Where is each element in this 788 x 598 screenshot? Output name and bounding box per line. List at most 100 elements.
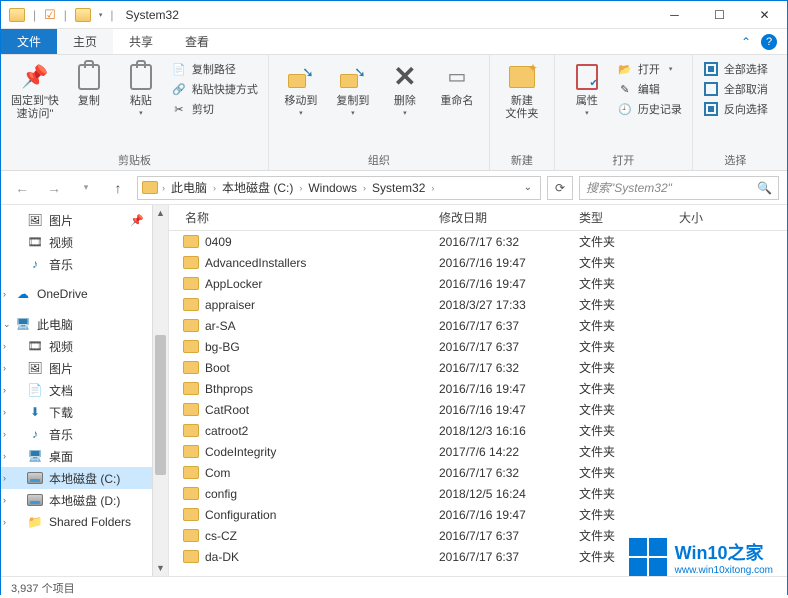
tab-file[interactable]: 文件 [1,29,57,54]
delete-button[interactable]: ✕ 删除 ▾ [383,61,427,119]
tab-home[interactable]: 主页 [57,29,113,54]
close-button[interactable]: ✕ [742,1,787,29]
table-row[interactable]: CodeIntegrity2017/7/6 14:22文件夹 [169,441,787,462]
file-name: config [205,487,237,501]
copy-to-button[interactable]: ➘ 复制到 ▾ [331,61,375,119]
nav-pictures[interactable]: 🖼图片📌 [1,209,168,231]
nav-pictures2[interactable]: ›🖼图片 [1,357,168,379]
chevron-right-icon[interactable]: › [3,517,6,527]
table-row[interactable]: Bthprops2016/7/16 19:47文件夹 [169,378,787,399]
chevron-down-icon[interactable]: ⌄ [3,319,11,330]
nav-scrollbar[interactable]: ▲▼ [152,205,168,576]
nav-downloads[interactable]: ›⬇下载 [1,401,168,423]
forward-button[interactable]: → [41,175,67,201]
nav-pane[interactable]: 🖼图片📌 🎞视频 ♪音乐 ›☁OneDrive ⌄🖥此电脑 ›🎞视频 ›🖼图片 … [1,205,169,576]
qat-newfolder-icon[interactable] [75,8,91,22]
breadcrumb-item[interactable]: 本地磁盘 (C:) [218,179,297,196]
bc-sep-icon[interactable]: › [431,183,434,193]
paste-button[interactable]: 粘贴 ▾ [119,61,163,119]
select-all-button[interactable]: 全部选择 [703,61,768,77]
edit-button[interactable]: ✎编辑 [617,81,682,97]
recent-dropdown[interactable]: ▾ [73,175,99,201]
table-row[interactable]: AdvancedInstallers2016/7/16 19:47文件夹 [169,252,787,273]
new-folder-button[interactable]: 新建 文件夹 [500,61,544,121]
table-row[interactable]: config2018/12/5 16:24文件夹 [169,483,787,504]
table-row[interactable]: CatRoot2016/7/16 19:47文件夹 [169,399,787,420]
nav-desktop[interactable]: ›🖥桌面 [1,445,168,467]
minimize-button[interactable]: ─ [652,1,697,29]
open-button[interactable]: 📂打开▾ [617,61,682,77]
collapse-ribbon-icon[interactable]: ⌃ [741,35,751,49]
tab-view[interactable]: 查看 [169,29,225,54]
chevron-right-icon[interactable]: › [3,495,6,505]
paste-shortcut-button[interactable]: 🔗粘贴快捷方式 [171,81,258,97]
rename-button[interactable]: ▭ 重命名 [435,61,479,108]
nav-music[interactable]: ♪音乐 [1,253,168,275]
bc-sep-icon[interactable]: › [162,183,165,193]
chevron-right-icon[interactable]: › [3,473,6,483]
tab-share[interactable]: 共享 [113,29,169,54]
maximize-button[interactable]: ☐ [697,1,742,29]
qat-dropdown-icon[interactable]: ▾ [99,11,103,19]
chevron-right-icon[interactable]: › [3,385,6,395]
properties-button[interactable]: ✔ 属性 ▾ [565,61,609,119]
bc-sep-icon[interactable]: › [213,183,216,193]
column-date[interactable]: 修改日期 [431,209,571,226]
table-row[interactable]: catroot22018/12/3 16:16文件夹 [169,420,787,441]
table-row[interactable]: ar-SA2016/7/17 6:37文件夹 [169,315,787,336]
up-button[interactable]: ↑ [105,175,131,201]
breadcrumb-bar[interactable]: › 此电脑 › 本地磁盘 (C:) › Windows › System32 ›… [137,176,541,200]
table-row[interactable]: appraiser2018/3/27 17:33文件夹 [169,294,787,315]
help-icon[interactable]: ? [761,34,777,50]
nav-onedrive[interactable]: ›☁OneDrive [1,283,168,305]
chevron-right-icon[interactable]: › [3,407,6,417]
column-type[interactable]: 类型 [571,209,671,226]
copy-button[interactable]: 复制 [67,61,111,108]
qat-properties-icon[interactable]: ☑ [44,7,56,23]
scroll-up-icon[interactable]: ▲ [153,205,168,221]
nav-videos[interactable]: 🎞视频 [1,231,168,253]
nav-this-pc[interactable]: ⌄🖥此电脑 [1,313,168,335]
history-button[interactable]: 🕘历史记录 [617,101,682,117]
address-dropdown-icon[interactable]: ⌄ [524,182,536,193]
table-row[interactable]: cs-CZ2016/7/17 6:37文件夹 [169,525,787,546]
search-input[interactable]: 搜索"System32" 🔍 [579,176,779,200]
pin-to-quick-access-button[interactable]: 📌 固定到"快 速访问" [11,61,59,121]
table-row[interactable]: Com2016/7/17 6:32文件夹 [169,462,787,483]
column-name[interactable]: 名称 [169,209,431,226]
table-row[interactable]: Boot2016/7/17 6:32文件夹 [169,357,787,378]
breadcrumb-item[interactable]: Windows [304,181,361,195]
breadcrumb-item[interactable]: System32 [368,181,429,195]
nav-drive-c[interactable]: ›本地磁盘 (C:) [1,467,168,489]
table-row[interactable]: bg-BG2016/7/17 6:37文件夹 [169,336,787,357]
copy-path-button[interactable]: 📄复制路径 [171,61,258,77]
back-button[interactable]: ← [9,175,35,201]
chevron-right-icon[interactable]: › [3,451,6,461]
table-row[interactable]: 04092016/7/17 6:32文件夹 [169,231,787,252]
nav-drive-d[interactable]: ›本地磁盘 (D:) [1,489,168,511]
select-none-button[interactable]: 全部取消 [703,81,768,97]
table-row[interactable]: da-DK2016/7/17 6:37文件夹 [169,546,787,567]
nav-music2[interactable]: ›♪音乐 [1,423,168,445]
file-list[interactable]: 名称 修改日期 类型 大小 04092016/7/17 6:32文件夹Advan… [169,205,787,576]
nav-documents[interactable]: ›📄文档 [1,379,168,401]
invert-selection-button[interactable]: 反向选择 [703,101,768,117]
cut-button[interactable]: ✂剪切 [171,101,258,117]
nav-videos2[interactable]: ›🎞视频 [1,335,168,357]
bc-sep-icon[interactable]: › [363,183,366,193]
nav-shared[interactable]: ›📁Shared Folders [1,511,168,533]
refresh-button[interactable]: ⟳ [547,176,573,200]
chevron-right-icon[interactable]: › [3,363,6,373]
chevron-right-icon[interactable]: › [3,429,6,439]
move-to-button[interactable]: ➘ 移动到 ▾ [279,61,323,119]
table-row[interactable]: Configuration2016/7/16 19:47文件夹 [169,504,787,525]
scroll-down-icon[interactable]: ▼ [153,560,168,576]
bc-sep-icon[interactable]: › [299,183,302,193]
path-icon: 📄 [171,61,187,77]
scroll-thumb[interactable] [155,335,166,475]
column-size[interactable]: 大小 [671,209,751,226]
table-row[interactable]: AppLocker2016/7/16 19:47文件夹 [169,273,787,294]
breadcrumb-item[interactable]: 此电脑 [167,179,211,196]
chevron-right-icon[interactable]: › [3,289,6,299]
chevron-right-icon[interactable]: › [3,341,6,351]
